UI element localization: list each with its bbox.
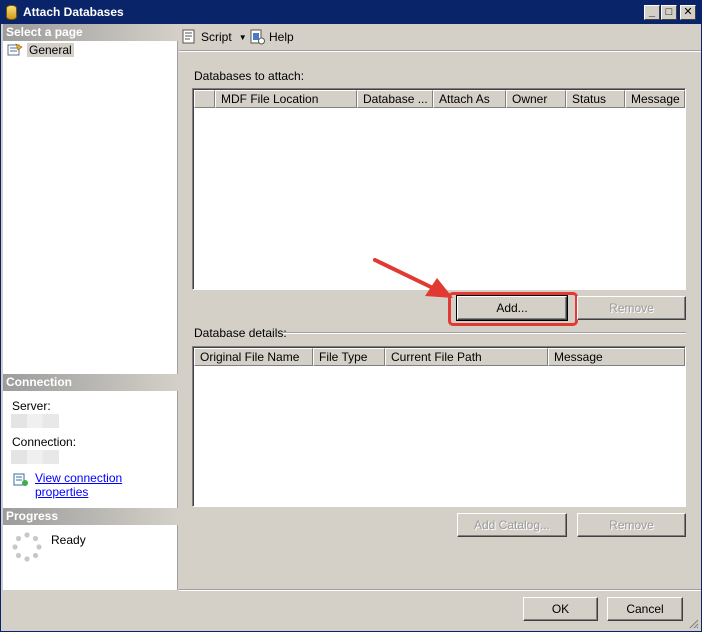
view-connection-properties-link[interactable]: View connection properties bbox=[35, 471, 177, 499]
script-icon bbox=[181, 29, 197, 45]
progress-status: Ready bbox=[51, 533, 86, 547]
script-button[interactable]: Script ▼ bbox=[181, 28, 247, 46]
details-grid-header: Original File Name File Type Current Fil… bbox=[194, 348, 685, 366]
connection-properties-icon bbox=[13, 471, 29, 487]
select-page-header: Select a page bbox=[3, 24, 178, 41]
connection-header: Connection bbox=[3, 374, 178, 391]
toolbar-divider bbox=[179, 50, 701, 52]
maximize-button[interactable]: □ bbox=[661, 5, 677, 20]
connection-value-redacted bbox=[11, 450, 59, 464]
page-properties-icon bbox=[7, 43, 23, 57]
remove-details-button[interactable]: Remove bbox=[577, 513, 686, 537]
connection-label: Connection: bbox=[12, 435, 77, 449]
add-catalog-button[interactable]: Add Catalog... bbox=[457, 513, 567, 537]
left-pane: Select a page General Connection Server:… bbox=[3, 24, 178, 590]
title-bar[interactable]: Attach Databases _ □ ✕ bbox=[1, 1, 701, 24]
help-button[interactable]: Help bbox=[249, 28, 294, 46]
footer-divider bbox=[179, 589, 701, 591]
database-details-label: Database details: bbox=[194, 326, 287, 340]
column-header-status[interactable]: Status bbox=[566, 90, 625, 108]
cancel-button[interactable]: Cancel bbox=[607, 597, 683, 621]
details-divider bbox=[283, 332, 686, 334]
progress-spinner-icon bbox=[11, 531, 43, 563]
close-button[interactable]: ✕ bbox=[680, 5, 696, 20]
column-header-select[interactable] bbox=[194, 90, 215, 108]
remove-attach-button[interactable]: Remove bbox=[577, 296, 686, 320]
server-value-redacted bbox=[11, 414, 59, 428]
column-header-attach-as[interactable]: Attach As bbox=[433, 90, 506, 108]
column-header-owner[interactable]: Owner bbox=[506, 90, 566, 108]
attach-grid-header: MDF File Location Database ... Attach As… bbox=[194, 90, 685, 108]
window-title: Attach Databases bbox=[23, 5, 124, 19]
database-icon bbox=[6, 5, 17, 20]
page-item-general[interactable]: General bbox=[7, 42, 74, 58]
server-label: Server: bbox=[12, 399, 51, 413]
column-header-details-message[interactable]: Message bbox=[548, 348, 685, 366]
toolbar: Script ▼ Help bbox=[179, 24, 701, 50]
progress-header: Progress bbox=[3, 508, 178, 525]
column-header-database[interactable]: Database ... bbox=[357, 90, 433, 108]
databases-to-attach-label: Databases to attach: bbox=[194, 69, 305, 83]
resize-grip-icon[interactable] bbox=[687, 617, 699, 629]
column-header-mdf-file-location[interactable]: MDF File Location bbox=[215, 90, 357, 108]
chevron-down-icon[interactable]: ▼ bbox=[239, 33, 247, 42]
help-icon bbox=[249, 29, 265, 45]
column-header-original-file-name[interactable]: Original File Name bbox=[194, 348, 313, 366]
add-button[interactable]: Add... bbox=[456, 295, 568, 321]
ok-button[interactable]: OK bbox=[523, 597, 598, 621]
column-header-message[interactable]: Message bbox=[625, 90, 685, 108]
database-details-grid[interactable]: Original File Name File Type Current Fil… bbox=[192, 346, 686, 507]
column-header-file-type[interactable]: File Type bbox=[313, 348, 385, 366]
attach-databases-window: Attach Databases _ □ ✕ Select a page Gen… bbox=[0, 0, 702, 632]
minimize-button[interactable]: _ bbox=[644, 5, 660, 20]
script-label: Script bbox=[201, 30, 232, 44]
help-label: Help bbox=[269, 30, 294, 44]
column-header-current-file-path[interactable]: Current File Path bbox=[385, 348, 548, 366]
page-label-general: General bbox=[27, 43, 74, 57]
